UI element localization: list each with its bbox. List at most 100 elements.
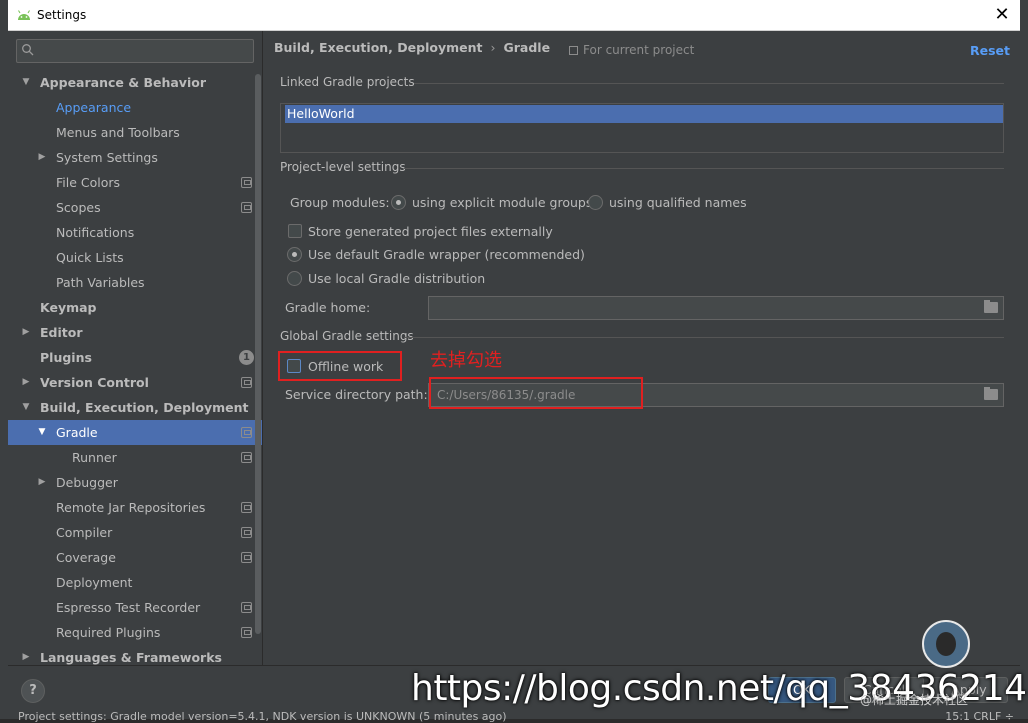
radio-qualified-names-label[interactable]: using qualified names	[609, 195, 747, 210]
annotation-text: 去掉勾选	[430, 350, 502, 371]
sidebar-scrollbar[interactable]	[255, 74, 261, 634]
divider	[414, 83, 1004, 84]
for-current-project: For current project	[569, 43, 694, 57]
sidebar-item-label: Coverage	[56, 550, 116, 565]
radio-gradle-wrapper-label[interactable]: Use default Gradle wrapper (recommended)	[308, 247, 585, 262]
for-current-project-label: For current project	[583, 43, 695, 57]
sidebar-item[interactable]: ▶ System Settings	[8, 145, 262, 170]
project-scope-icon	[241, 427, 252, 438]
breadcrumb: Build, Execution, Deployment › Gradle	[274, 40, 550, 55]
sidebar-item-label: Appearance	[56, 100, 132, 115]
sidebar-item[interactable]: ▶ Version Control	[8, 370, 262, 395]
radio-explicit-groups[interactable]	[391, 195, 406, 210]
sidebar-item[interactable]: Appearance	[8, 95, 262, 120]
service-directory-label: Service directory path:	[285, 387, 428, 402]
global-settings-title: Global Gradle settings	[280, 329, 414, 343]
gradle-home-label: Gradle home:	[285, 300, 371, 315]
sidebar-item[interactable]: Quick Lists	[8, 245, 262, 270]
radio-qualified-names[interactable]	[588, 195, 603, 210]
sidebar-item-label: System Settings	[56, 150, 158, 165]
project-scope-icon	[241, 377, 252, 388]
divider	[404, 337, 1004, 338]
sidebar-item-label: Compiler	[56, 525, 113, 540]
chevron-right-icon[interactable]: ▶	[36, 145, 48, 170]
gradle-home-field[interactable]	[428, 296, 1004, 320]
sidebar-item[interactable]: Keymap	[8, 295, 262, 320]
store-externally-label[interactable]: Store generated project files externally	[308, 224, 553, 239]
project-scope-icon	[241, 202, 252, 213]
sidebar-item-label: Required Plugins	[56, 625, 161, 640]
chevron-right-icon[interactable]: ▶	[20, 370, 32, 395]
sidebar-item-label: Editor	[40, 325, 83, 340]
project-level-title: Project-level settings	[280, 160, 406, 174]
project-scope-icon	[241, 502, 252, 513]
breadcrumb-current: Gradle	[503, 40, 551, 55]
reset-link[interactable]: Reset	[970, 43, 1010, 58]
sidebar-item[interactable]: ▶ Debugger	[8, 470, 262, 495]
sidebar-item-label: Appearance & Behavior	[40, 75, 206, 90]
watermark-sub: @稀土掘金技术社区	[860, 693, 969, 707]
service-dir-highlight-box	[429, 377, 643, 409]
offline-highlight-box	[278, 351, 402, 381]
sidebar-item-label: File Colors	[56, 175, 121, 190]
sidebar-item[interactable]: Menus and Toolbars	[8, 120, 262, 145]
chevron-down-icon[interactable]: ▼	[20, 395, 32, 420]
settings-sidebar: ▼ Appearance & Behavior Appearance Menus an…	[8, 31, 263, 665]
sidebar-item-label: Gradle	[56, 425, 98, 440]
project-scope-icon	[241, 602, 252, 613]
sidebar-item-label: Quick Lists	[56, 250, 124, 265]
radio-gradle-wrapper[interactable]	[287, 247, 302, 262]
sidebar-item[interactable]: Deployment	[8, 570, 262, 595]
search-input[interactable]	[16, 39, 254, 63]
sidebar-item-label: Menus and Toolbars	[56, 125, 180, 140]
settings-tree: ▼ Appearance & Behavior Appearance Menus an…	[8, 70, 262, 670]
sidebar-item[interactable]: Espresso Test Recorder	[8, 595, 262, 620]
radio-local-gradle[interactable]	[287, 271, 302, 286]
close-icon[interactable]: ✕	[990, 3, 1014, 27]
sidebar-item-label: Version Control	[40, 375, 149, 390]
sidebar-item[interactable]: Plugins 1	[8, 345, 262, 370]
sidebar-item-label: Build, Execution, Deployment	[40, 400, 249, 415]
sidebar-item[interactable]: Path Variables	[8, 270, 262, 295]
sidebar-item[interactable]: Runner	[8, 445, 262, 470]
status-right: 15:1 CRLF ÷	[945, 710, 1014, 723]
project-scope-icon	[241, 627, 252, 638]
folder-icon[interactable]	[984, 387, 998, 400]
linked-projects-list[interactable]: HelloWorld	[280, 103, 1004, 153]
sidebar-item-label: Espresso Test Recorder	[56, 600, 201, 615]
sidebar-item-label: Plugins	[40, 350, 92, 365]
sidebar-item-label: Scopes	[56, 200, 101, 215]
update-badge: 1	[239, 350, 254, 365]
sidebar-item-label: Notifications	[56, 225, 135, 240]
chevron-right-icon[interactable]: ▶	[36, 470, 48, 495]
sidebar-item[interactable]: ▼ Gradle	[8, 420, 262, 445]
project-scope-icon	[241, 452, 252, 463]
linked-projects-title: Linked Gradle projects	[280, 75, 415, 89]
sidebar-item[interactable]: Remote Jar Repositories	[8, 495, 262, 520]
sidebar-item[interactable]: Scopes	[8, 195, 262, 220]
linked-project-item[interactable]: HelloWorld	[285, 105, 1003, 123]
help-button[interactable]: ?	[21, 679, 45, 703]
sidebar-item[interactable]: Notifications	[8, 220, 262, 245]
sidebar-item[interactable]: ▼ Build, Execution, Deployment	[8, 395, 262, 420]
sidebar-item-label: Keymap	[40, 300, 97, 315]
radio-local-gradle-label[interactable]: Use local Gradle distribution	[308, 271, 485, 286]
folder-icon[interactable]	[984, 300, 998, 313]
sidebar-item-label: Path Variables	[56, 275, 145, 290]
chevron-right-icon[interactable]: ▶	[20, 320, 32, 345]
title-bar: Settings ✕	[8, 0, 1020, 31]
android-studio-icon	[18, 10, 30, 20]
sidebar-item[interactable]: Coverage	[8, 545, 262, 570]
sidebar-item[interactable]: File Colors	[8, 170, 262, 195]
sidebar-item-label: Deployment	[56, 575, 133, 590]
sidebar-item[interactable]: Required Plugins	[8, 620, 262, 645]
sidebar-item[interactable]: Compiler	[8, 520, 262, 545]
sidebar-item[interactable]: ▶ Editor	[8, 320, 262, 345]
sidebar-item-label: Remote Jar Repositories	[56, 500, 206, 515]
store-externally-checkbox[interactable]	[288, 224, 302, 238]
chevron-down-icon[interactable]: ▼	[20, 70, 32, 95]
sidebar-item[interactable]: ▼ Appearance & Behavior	[8, 70, 262, 95]
gradle-settings-panel: Build, Execution, Deployment › Gradle For …	[264, 31, 1020, 665]
radio-explicit-groups-label[interactable]: using explicit module groups	[412, 195, 592, 210]
chevron-down-icon[interactable]: ▼	[36, 420, 48, 445]
